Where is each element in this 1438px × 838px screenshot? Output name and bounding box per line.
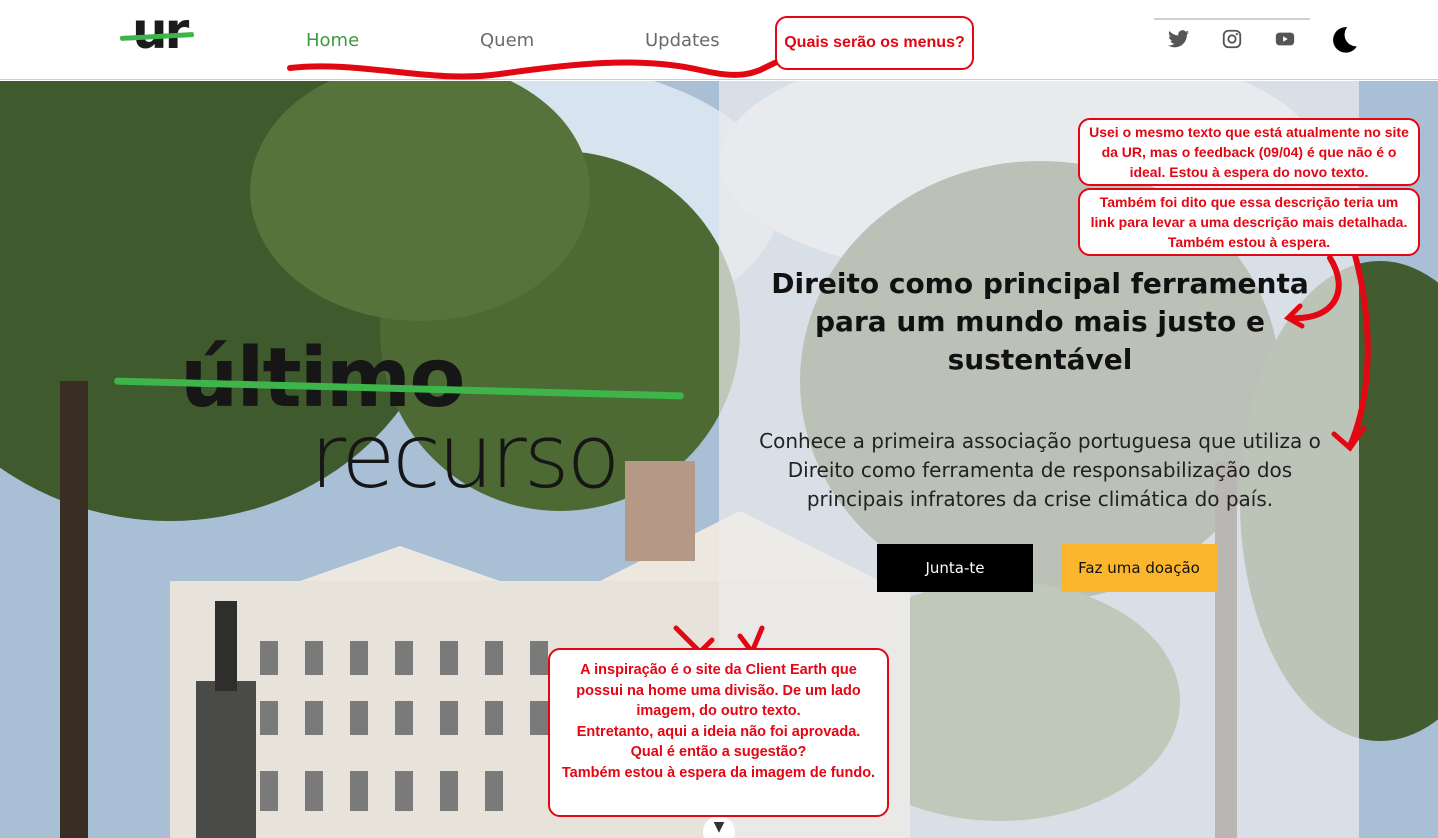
hero-description: Conhece a primeira associação portuguesa… bbox=[759, 429, 1321, 511]
nav-updates[interactable]: Updates bbox=[645, 30, 720, 51]
site-header: ur Home Quem Updates bbox=[0, 0, 1438, 80]
social-divider bbox=[1154, 18, 1310, 20]
logo-text: ur bbox=[132, 2, 189, 60]
callout-text-note: Usei o mesmo texto que está atualmente n… bbox=[1078, 118, 1420, 186]
donate-button[interactable]: Faz uma doação bbox=[1061, 544, 1217, 592]
callout-inspiration-note: A inspiração é o site da Client Earth qu… bbox=[548, 648, 889, 817]
hero-title: Direito como principal ferramenta para u… bbox=[771, 267, 1309, 376]
twitter-icon[interactable] bbox=[1168, 28, 1190, 50]
moon-icon[interactable] bbox=[1326, 23, 1360, 57]
instagram-icon[interactable] bbox=[1221, 28, 1243, 50]
brand-wordmark: último recurso bbox=[110, 331, 710, 521]
callout-link-note: Também foi dito que essa descrição teria… bbox=[1078, 188, 1420, 256]
chevron-down-icon: ▼ bbox=[713, 819, 725, 835]
brand-word-recurso: recurso bbox=[310, 405, 620, 508]
youtube-icon[interactable] bbox=[1274, 28, 1296, 50]
join-button[interactable]: Junta-te bbox=[877, 544, 1033, 592]
inspiration-line: A inspiração é o site da Client Earth qu… bbox=[576, 662, 861, 719]
inspiration-line: Também estou à espera da imagem de fundo… bbox=[561, 764, 876, 781]
inspiration-line: Qual é então a sugestão? bbox=[630, 744, 807, 760]
inspiration-line: Entretanto, aqui a ideia não foi aprovad… bbox=[576, 723, 861, 740]
nav-home[interactable]: Home bbox=[306, 30, 359, 51]
nav-quem[interactable]: Quem bbox=[480, 30, 534, 51]
logo[interactable]: ur bbox=[119, 2, 200, 60]
callout-menu-question: Quais serão os menus? bbox=[775, 16, 974, 70]
